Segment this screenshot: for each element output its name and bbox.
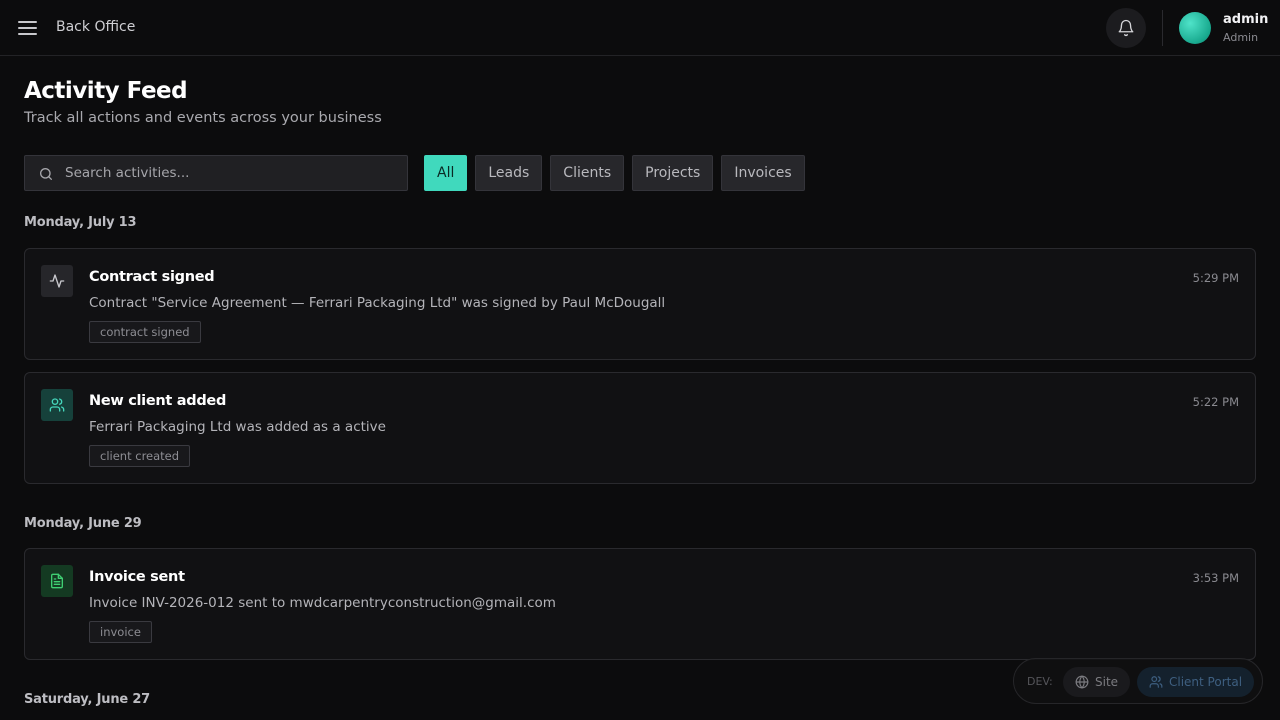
filter-tabs: All Leads Clients Projects Invoices — [424, 155, 805, 191]
activity-tag: contract signed — [89, 321, 201, 343]
notifications-button[interactable] — [1106, 8, 1146, 48]
activity-time: 5:29 PM — [1192, 271, 1239, 285]
activity-description: Ferrari Packaging Ltd was added as a act… — [89, 419, 386, 435]
activity-title: Invoice sent — [89, 569, 185, 585]
header-divider — [1162, 10, 1163, 46]
activity-time: 3:53 PM — [1192, 571, 1239, 585]
client-portal-button[interactable]: Client Portal — [1137, 667, 1255, 697]
activity-time: 5:22 PM — [1192, 395, 1239, 409]
filter-projects[interactable]: Projects — [632, 155, 714, 191]
activity-item[interactable]: Invoice sent Invoice INV-2026-012 sent t… — [24, 548, 1256, 660]
user-role: Admin — [1223, 31, 1259, 44]
activity-description: Invoice INV-2026-012 sent to mwdcarpentr… — [89, 595, 556, 611]
top-bar: Back Office admin Admin — [0, 0, 1280, 56]
client-portal-label: Client Portal — [1169, 675, 1243, 689]
filter-invoices[interactable]: Invoices — [721, 155, 805, 191]
site-link-button[interactable]: Site — [1063, 667, 1131, 697]
site-link-label: Site — [1095, 675, 1119, 689]
activity-item[interactable]: Contract signed Contract "Service Agreem… — [24, 248, 1256, 360]
activity-pulse-icon — [41, 265, 73, 297]
activity-description: Contract "Service Agreement — Ferrari Pa… — [89, 295, 666, 311]
filter-all[interactable]: All — [424, 155, 468, 191]
activity-title: New client added — [89, 393, 227, 409]
users-icon — [41, 389, 73, 421]
document-icon — [41, 565, 73, 597]
filter-clients[interactable]: Clients — [550, 155, 625, 191]
globe-icon — [1075, 675, 1089, 689]
app-title: Back Office — [56, 19, 136, 35]
dev-label: DEV: — [1027, 675, 1053, 688]
search-box — [24, 155, 408, 191]
page-title: Activity Feed — [24, 78, 188, 104]
date-group-label: Monday, July 13 — [24, 215, 137, 230]
activity-item[interactable]: New client added Ferrari Packaging Ltd w… — [24, 372, 1256, 484]
filter-leads[interactable]: Leads — [475, 155, 543, 191]
search-icon — [40, 168, 52, 180]
date-group-label: Monday, June 29 — [24, 516, 142, 531]
user-name: admin — [1223, 12, 1269, 27]
activity-title: Contract signed — [89, 269, 215, 285]
page-subtitle: Track all actions and events across your… — [24, 110, 382, 126]
hamburger-menu-icon[interactable] — [18, 19, 38, 37]
users-icon — [1149, 676, 1163, 688]
avatar[interactable] — [1179, 12, 1211, 44]
activity-tag: client created — [89, 445, 191, 467]
activity-tag: invoice — [89, 621, 152, 643]
bell-icon — [1118, 19, 1134, 37]
search-input[interactable] — [65, 156, 395, 190]
dev-toolbar: DEV: Site Client Portal — [1013, 658, 1263, 704]
date-group-label: Saturday, June 27 — [24, 692, 151, 707]
